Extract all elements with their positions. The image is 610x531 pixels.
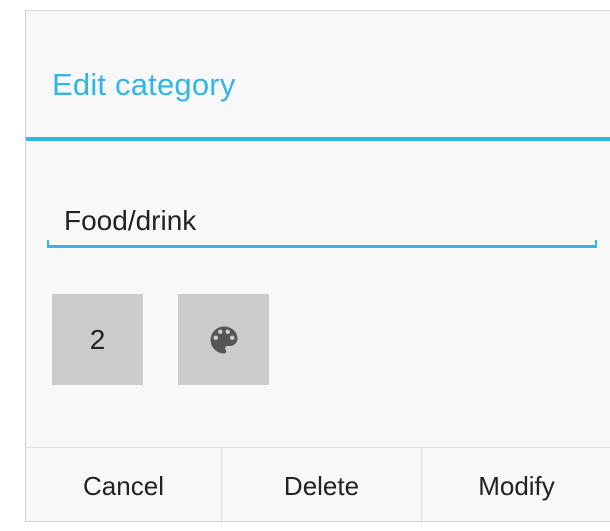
palette-icon [210,326,237,353]
field-underline-right-tick [595,240,597,248]
modify-button[interactable]: Modify [422,448,610,524]
category-name-field[interactable] [47,196,597,248]
color-picker-button[interactable] [178,294,269,385]
number-button[interactable]: 2 [52,294,143,385]
delete-button[interactable]: Delete [222,448,422,524]
edit-category-dialog: Edit category 2 Cancel Delete Modify [25,10,610,524]
category-name-input[interactable] [47,196,597,246]
title-divider [26,137,610,141]
cancel-button[interactable]: Cancel [26,448,222,524]
field-underline [47,245,597,248]
field-underline-left-tick [47,240,49,248]
dialog-actions: Cancel Delete Modify [26,447,610,524]
dialog-title: Edit category [52,67,236,102]
